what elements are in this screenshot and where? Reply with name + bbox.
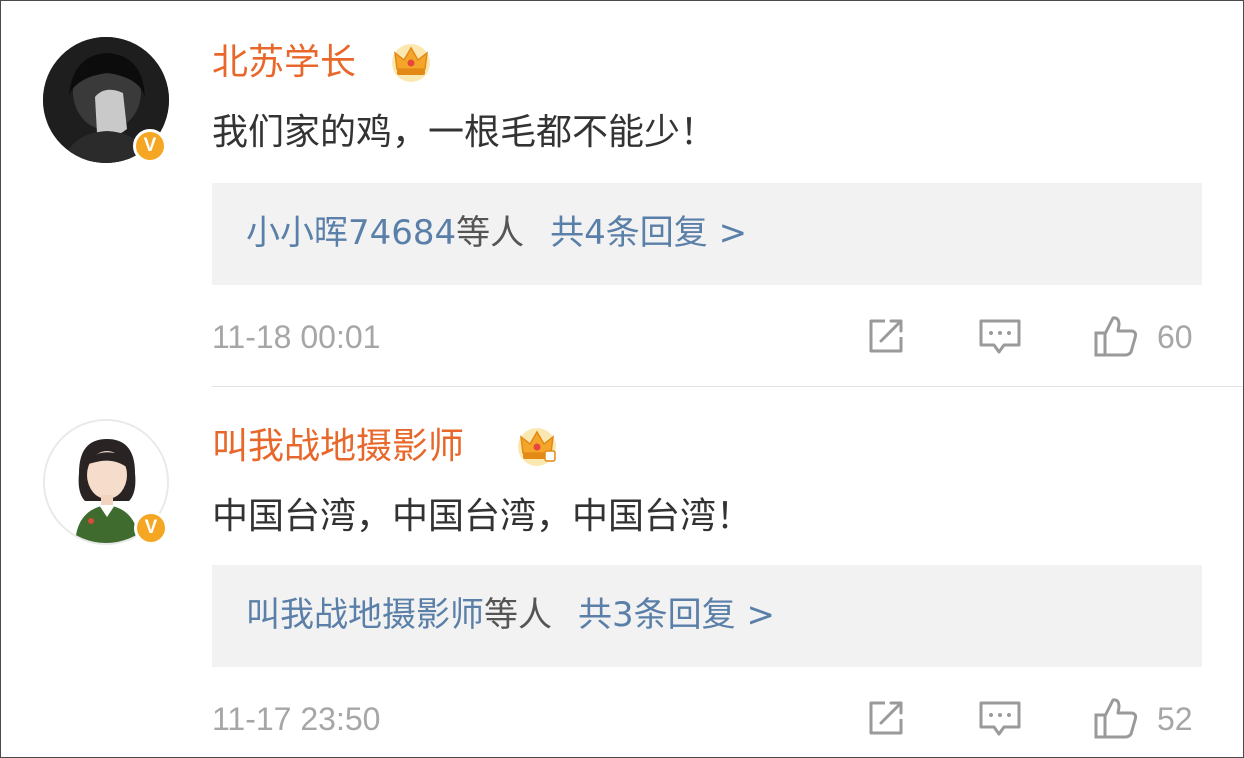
timestamp: 11-18 00:01 — [212, 319, 381, 355]
username[interactable]: 北苏学长 — [212, 39, 356, 87]
reply-count-link[interactable]: 共4条回复 > — [550, 213, 747, 253]
reply-preview: 叫我战地摄影师等人 共3条回复 > — [246, 592, 775, 638]
comment-text: 我们家的鸡，一根毛都不能少！ — [212, 112, 717, 153]
share-icon[interactable] — [863, 695, 909, 741]
reply-preview-user[interactable]: 小小晖74684 — [246, 213, 456, 253]
comment-item: V 北苏学长 我们家的鸡，一根毛都不能少！ 小小晖74684等人 共4条回复 > … — [1, 1, 1243, 387]
comment-list: V 北苏学长 我们家的鸡，一根毛都不能少！ 小小晖74684等人 共4条回复 > … — [0, 0, 1244, 758]
like-count: 52 — [1157, 701, 1193, 737]
share-icon[interactable] — [863, 313, 909, 359]
comment-text: 中国台湾，中国台湾，中国台湾！ — [212, 496, 753, 537]
like-count: 60 — [1157, 319, 1193, 355]
reply-preview: 小小晖74684等人 共4条回复 > — [246, 210, 747, 256]
reply-preview-box[interactable]: 小小晖74684等人 共4条回复 > — [212, 183, 1202, 285]
crown-icon — [518, 428, 556, 466]
reply-preview-suffix: 等人 — [456, 213, 525, 253]
crown-icon — [392, 44, 430, 82]
verified-v-icon: V — [134, 511, 168, 545]
thumbs-up-icon[interactable] — [1093, 313, 1139, 359]
reply-preview-user[interactable]: 叫我战地摄影师 — [246, 595, 484, 635]
timestamp: 11-17 23:50 — [212, 701, 381, 737]
comment-icon[interactable] — [977, 313, 1023, 359]
reply-preview-box[interactable]: 叫我战地摄影师等人 共3条回复 > — [212, 565, 1202, 667]
verified-v-icon: V — [133, 129, 167, 163]
reply-preview-suffix: 等人 — [484, 595, 552, 635]
thumbs-up-icon[interactable] — [1093, 695, 1139, 741]
reply-count-link[interactable]: 共3条回复 > — [578, 595, 775, 635]
comment-icon[interactable] — [977, 695, 1023, 741]
comment-item: V 叫我战地摄影师 中国台湾，中国台湾，中国台湾！ 叫我战地摄影师等人 共3条回复… — [1, 387, 1243, 757]
username[interactable]: 叫我战地摄影师 — [212, 423, 464, 471]
